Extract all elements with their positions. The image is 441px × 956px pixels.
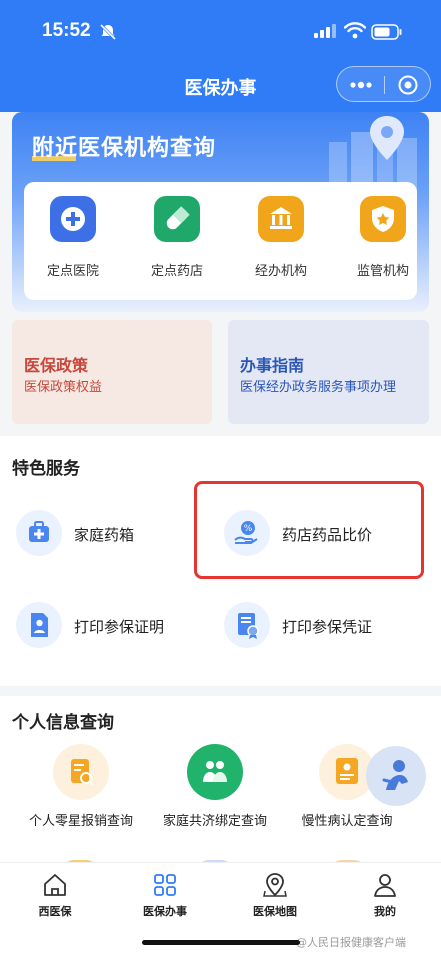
home-indicator [142,940,300,945]
institution-item-agency[interactable]: 经办机构 [236,196,326,279]
service-item-print-voucher[interactable]: 打印参保凭证 [224,602,414,652]
guide-subtitle: 医保经办政务服务事项办理 [240,380,397,395]
service-item-medicine-box[interactable]: 家庭药箱 [16,510,186,560]
service-label: 打印参保证明 [74,618,165,636]
highlight-box [194,481,424,579]
policy-card[interactable]: 医保政策 医保政策权益 [12,320,212,424]
more-icon[interactable] [349,76,373,94]
bank-icon [258,196,304,242]
personal-label: 家庭共济绑定查询 [162,814,267,829]
nearby-title: 附近医保机构查询 [32,136,217,161]
personal-item-family-binding[interactable]: 家庭共济绑定查询 [140,744,290,829]
pill-icon [154,196,200,242]
certificate-icon [224,602,270,648]
institution-grid: 定点医院 定点药店 经办机构 监管机构 [24,182,417,300]
policy-title: 医保政策 [24,356,89,375]
home-icon [44,874,66,896]
medicine-box-icon [16,510,62,556]
location-decoration-icon [329,116,417,192]
section-title: 特色服务 [12,459,80,479]
shield-star-icon [360,196,406,242]
tab-label: 医保地图 [253,905,297,918]
person-icon [382,760,408,790]
guide-card[interactable]: 办事指南 医保经办政务服务事项办理 [228,320,429,424]
institution-item-pharmacy[interactable]: 定点药店 [132,196,222,279]
family-icon [187,744,243,800]
tab-services[interactable]: 医保办事 [120,871,210,919]
header-bar: 15:52 医保办事 [0,0,441,112]
personal-label: 慢性病认定查询 [301,814,393,829]
institution-item-hospital[interactable]: 定点医院 [28,196,118,279]
policy-subtitle: 医保政策权益 [24,380,103,395]
grid-icon [154,874,176,896]
service-label: 家庭药箱 [74,526,135,544]
guide-title: 办事指南 [240,356,305,375]
institution-label: 监管机构 [356,264,409,279]
receipt-search-icon [53,744,109,800]
map-pin-icon [263,873,287,897]
watermark: @人民日报健康客户端 [296,936,406,949]
tab-label: 我的 [374,905,396,918]
user-icon [374,874,396,897]
status-bar: 15:52 [0,18,441,48]
tab-label: 医保办事 [143,905,187,918]
plus-icon [50,196,96,242]
personal-item-reimbursement[interactable]: 个人零星报销查询 [6,744,156,829]
battery-icon [371,24,402,40]
floating-service-button[interactable] [366,746,426,806]
capsule-divider [384,76,385,94]
service-label: 打印参保凭证 [282,618,373,636]
signal-icon [314,24,336,38]
bell-muted-icon [99,23,117,41]
nearby-institutions-card: 附近医保机构查询 定点医院 定点药店 经办机构 监管机构 [12,112,429,312]
service-item-print-certificate[interactable]: 打印参保证明 [16,602,206,652]
section-title: 个人信息查询 [12,713,114,733]
tab-me[interactable]: 我的 [340,871,430,919]
miniapp-capsule [336,66,431,102]
close-miniapp-icon[interactable] [397,74,419,96]
tab-label: 西医保 [38,905,72,918]
institution-label: 经办机构 [254,264,307,279]
institution-item-regulator[interactable]: 监管机构 [338,196,428,279]
wifi-icon [344,22,366,39]
tab-map[interactable]: 医保地图 [230,871,320,919]
personal-label: 个人零星报销查询 [28,814,133,829]
institution-label: 定点医院 [46,264,99,279]
document-person-icon [16,602,62,648]
tab-home[interactable]: 西医保 [10,871,100,919]
status-time: 15:52 [42,20,91,41]
institution-label: 定点药店 [150,264,203,279]
